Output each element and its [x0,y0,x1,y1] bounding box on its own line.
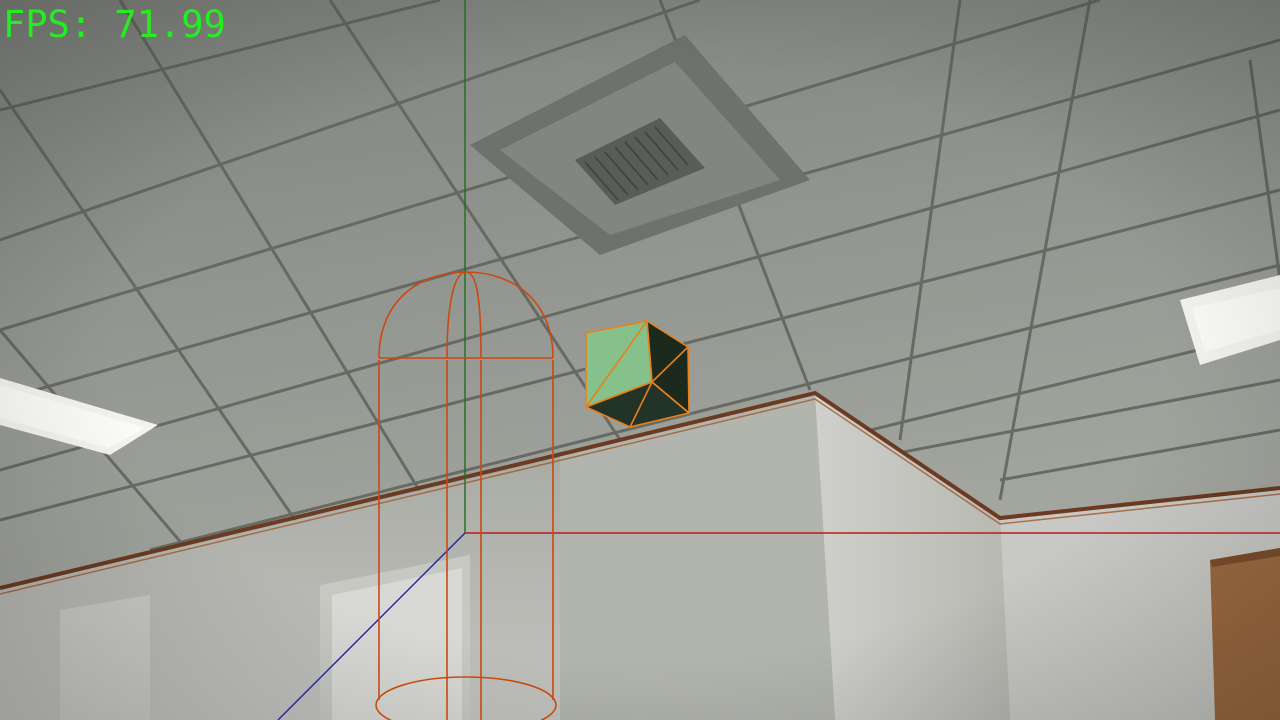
cube[interactable] [585,320,690,428]
3d-scene[interactable] [0,0,1280,720]
wooden-door [1210,548,1280,720]
game-viewport[interactable]: FPS: 71.99 [0,0,1280,720]
